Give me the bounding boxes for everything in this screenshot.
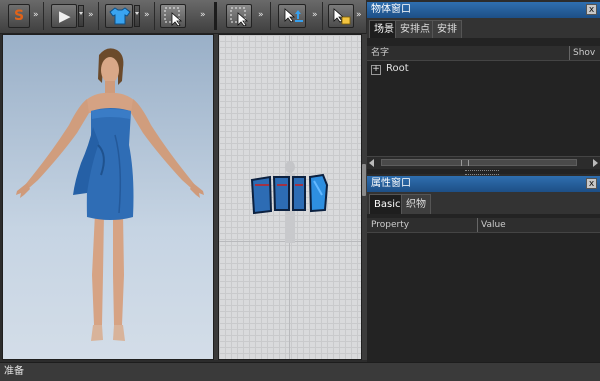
garment-button[interactable] — [105, 4, 133, 28]
panel-splitter-grip[interactable] — [362, 164, 366, 196]
tab-arrangement-points[interactable]: 安排点 — [395, 20, 435, 38]
edit-tool-2d[interactable] — [328, 4, 354, 28]
scroll-grip-lines — [461, 160, 469, 166]
object-window-title: 物体窗口 — [371, 4, 411, 15]
tab-arrangement[interactable]: 安排 — [432, 20, 462, 38]
column-property[interactable]: Property — [371, 218, 409, 232]
toolbar-chevron[interactable]: » — [88, 10, 93, 20]
scroll-right-icon[interactable] — [593, 159, 598, 167]
main-toolbar: S » ▶ » » » » » » — [0, 0, 366, 34]
viewport-2d[interactable] — [218, 34, 362, 360]
play-button[interactable]: ▶ — [51, 4, 77, 28]
panel-resize-handle[interactable] — [465, 170, 499, 175]
play-dropdown-arrow[interactable] — [78, 5, 84, 27]
toolbar-chevron[interactable]: » — [144, 10, 149, 20]
column-name[interactable]: 名字 — [371, 46, 389, 60]
select-tool-2d[interactable] — [226, 4, 252, 28]
avatar-3d-model — [16, 48, 204, 341]
scroll-left-icon[interactable] — [369, 159, 374, 167]
cursor-icon — [164, 7, 183, 26]
tab-fabric[interactable]: 织物 — [401, 194, 431, 214]
object-window-close-icon[interactable]: x — [586, 4, 597, 15]
tree-item-root[interactable]: + Root — [371, 62, 409, 76]
column-show[interactable]: Shov — [573, 46, 595, 60]
toolbar-chevron[interactable]: » — [200, 10, 205, 20]
column-value[interactable]: Value — [481, 218, 506, 232]
toolbar-chevron[interactable]: » — [356, 10, 361, 20]
cursor-icon — [230, 7, 249, 26]
select-tool-3d[interactable] — [160, 4, 186, 28]
transform-tool-2d[interactable] — [278, 4, 306, 28]
property-list-header: Property Value — [367, 218, 600, 233]
object-window-tabs: 场景 安排点 安排 — [367, 18, 600, 38]
property-window-tabs: Basic 织物 — [367, 192, 600, 214]
status-text: 准备 — [4, 366, 24, 377]
logo-glyph: S — [14, 8, 25, 24]
property-window-title-bar: 属性窗口 x — [367, 176, 600, 192]
tab-basic[interactable]: Basic — [369, 194, 406, 214]
object-window-title-bar: 物体窗口 x — [367, 2, 600, 18]
pattern-pieces — [250, 161, 329, 243]
cursor-edit-icon — [333, 8, 351, 25]
object-window: 物体窗口 x 场景 安排点 安排 名字 Shov + Root — [367, 2, 600, 175]
play-icon: ▶ — [59, 7, 71, 25]
garment-dropdown-arrow[interactable] — [134, 5, 140, 27]
shirt-icon — [109, 7, 131, 25]
tree-expander-icon[interactable]: + — [371, 65, 381, 75]
column-divider — [477, 218, 478, 232]
object-list-header: 名字 Shov — [367, 46, 600, 61]
property-window: 属性窗口 x Basic 织物 Property Value — [367, 176, 600, 362]
cursor-move-icon — [284, 8, 303, 23]
toolbar-chevron[interactable]: » — [258, 10, 263, 20]
status-bar: 准备 — [0, 362, 600, 381]
scroll-thumb[interactable] — [381, 159, 577, 166]
property-window-close-icon[interactable]: x — [586, 178, 597, 189]
toolbar-chevron[interactable]: » — [33, 10, 38, 20]
column-divider — [569, 46, 570, 60]
logo-button[interactable]: S — [8, 4, 30, 28]
viewport-3d[interactable] — [2, 34, 214, 360]
toolbar-chevron[interactable]: » — [312, 10, 317, 20]
property-window-title: 属性窗口 — [371, 178, 411, 189]
object-list-hscrollbar[interactable] — [367, 156, 600, 169]
tree-item-label: Root — [386, 63, 409, 74]
